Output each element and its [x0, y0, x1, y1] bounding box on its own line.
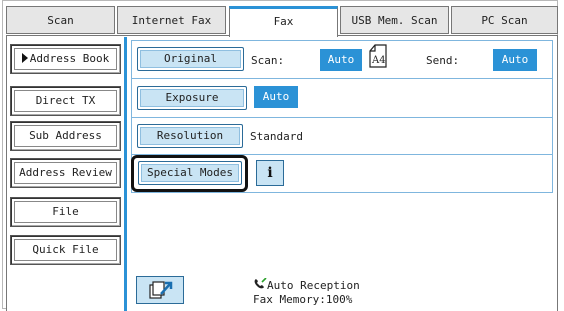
fax-memory: Fax Memory:100% — [253, 293, 353, 306]
row-divider — [131, 78, 553, 79]
row-divider — [131, 117, 553, 118]
triangle-right-icon — [21, 53, 28, 63]
exposure-auto-badge: Auto — [254, 86, 298, 108]
tab-pc-scan[interactable]: PC Scan — [451, 6, 558, 34]
tab-internet-fax[interactable]: Internet Fax — [117, 6, 226, 34]
display-switch-button[interactable] — [136, 276, 184, 304]
file-label: File — [52, 205, 79, 218]
resolution-value: Standard — [250, 130, 303, 143]
sub-address-label: Sub Address — [29, 129, 102, 142]
fax-status: Auto Reception Fax Memory:100% — [253, 277, 360, 307]
send-auto-badge: Auto — [493, 49, 537, 71]
paper-size-label: A4 — [372, 55, 386, 66]
direct-tx-label: Direct TX — [35, 94, 96, 107]
quick-file-label: Quick File — [32, 243, 99, 256]
send-label: Send: — [426, 54, 460, 67]
tab-usb-mem-scan[interactable]: USB Mem. Scan — [340, 6, 449, 34]
sub-address-button[interactable]: Sub Address — [10, 121, 121, 151]
address-review-label: Address Review — [19, 166, 112, 179]
address-review-button[interactable]: Address Review — [10, 158, 121, 188]
tab-scan[interactable]: Scan — [6, 6, 115, 34]
scan-auto-badge: Auto — [320, 49, 362, 71]
address-book-button[interactable]: Address Book — [10, 44, 121, 74]
info-icon[interactable]: i — [256, 160, 284, 186]
mode-tabs: Scan Internet Fax Fax USB Mem. Scan PC S… — [6, 6, 558, 37]
screen-switch-icon — [149, 281, 173, 299]
file-button[interactable]: File — [10, 197, 121, 227]
address-book-label: Address Book — [29, 52, 110, 65]
panel-divider — [124, 37, 127, 311]
special-modes-button[interactable]: Special Modes — [138, 161, 242, 185]
direct-tx-button[interactable]: Direct TX — [10, 86, 121, 116]
original-button[interactable]: Original — [137, 47, 244, 71]
reception-mode: Auto Reception — [267, 279, 360, 292]
quick-file-button[interactable]: Quick File — [10, 235, 121, 265]
scan-label: Scan: — [251, 54, 285, 67]
exposure-button[interactable]: Exposure — [137, 86, 247, 110]
resolution-button[interactable]: Resolution — [137, 124, 243, 148]
tab-fax[interactable]: Fax — [229, 6, 338, 37]
phone-icon — [254, 277, 267, 289]
